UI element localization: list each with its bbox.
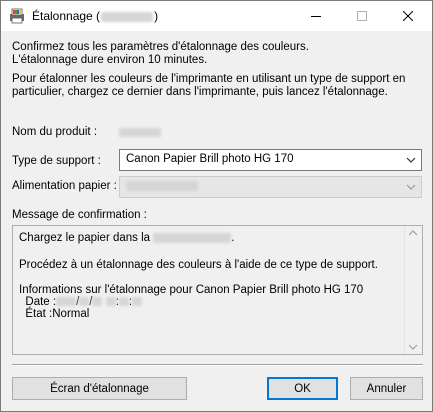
message-line-1-suffix: . xyxy=(231,232,235,244)
window-title-text: Étalonnage ( xyxy=(32,9,101,23)
message-line-1: Chargez le papier dans la . xyxy=(19,232,234,245)
maximize-button[interactable] xyxy=(339,1,385,31)
maximize-icon xyxy=(357,11,367,21)
redacted-paper-source xyxy=(126,180,198,191)
intro-line-1: Confirmez tous les paramètres d'étalonna… xyxy=(12,41,309,53)
cancel-button[interactable]: Annuler xyxy=(350,377,423,400)
media-type-value: Canon Papier Brill photo HG 170 xyxy=(126,153,294,165)
paper-feed-label: Alimentation papier : xyxy=(12,180,117,192)
redacted-product-value xyxy=(119,128,161,137)
redacted-product-name xyxy=(101,11,154,22)
close-icon xyxy=(403,11,413,21)
message-state-line: État :Normal xyxy=(19,308,89,321)
chevron-down-icon xyxy=(406,157,416,163)
media-type-label: Type de support : xyxy=(12,155,101,167)
redacted-day xyxy=(92,297,103,307)
window-title: Étalonnage () xyxy=(32,9,158,23)
divider xyxy=(12,364,423,366)
title-bar[interactable]: Étalonnage () xyxy=(1,1,432,31)
redacted-paper-source xyxy=(153,232,232,243)
calibration-screen-button[interactable]: Écran d'étalonnage xyxy=(12,377,187,400)
calibration-dialog: Étalonnage () Confirmez tous les paramèt… xyxy=(0,0,433,412)
confirmation-message-label: Message de confirmation : xyxy=(12,209,147,221)
vertical-scrollbar[interactable] xyxy=(404,226,422,354)
ok-button[interactable]: OK xyxy=(267,377,338,400)
redacted-minute xyxy=(118,297,129,307)
redacted-month xyxy=(79,297,90,307)
intro-line-4: particulier, chargez ce dernier dans l'i… xyxy=(12,86,388,98)
paper-feed-select[interactable] xyxy=(119,176,422,198)
minimize-button[interactable] xyxy=(293,1,339,31)
scroll-down-arrow-icon[interactable] xyxy=(409,344,417,350)
paper-feed-value xyxy=(126,180,198,192)
product-name-label: Nom du produit : xyxy=(12,126,98,138)
printer-app-icon xyxy=(10,8,24,24)
redacted-hour xyxy=(105,297,116,307)
intro-line-3: Pour étalonner les couleurs de l'imprima… xyxy=(12,73,406,85)
intro-line-2: L'étalonnage dure environ 10 minutes. xyxy=(12,54,208,66)
window-title-suffix: ) xyxy=(154,9,159,23)
media-type-select[interactable]: Canon Papier Brill photo HG 170 xyxy=(119,149,422,171)
confirmation-message-box[interactable]: Chargez le papier dans la . Procédez à u… xyxy=(12,225,423,355)
redacted-year xyxy=(56,297,77,307)
state-value: Normal xyxy=(52,308,90,320)
state-label: État : xyxy=(25,308,53,320)
dialog-body: Confirmez tous les paramètres d'étalonna… xyxy=(1,31,432,411)
close-button[interactable] xyxy=(385,1,431,31)
scroll-up-arrow-icon[interactable] xyxy=(409,230,417,236)
chevron-down-icon xyxy=(406,184,416,190)
message-line-2: Procédez à un étalonnage des couleurs à … xyxy=(19,259,378,271)
message-line-1-prefix: Chargez le papier dans la xyxy=(19,232,151,244)
minimize-icon xyxy=(311,16,321,17)
redacted-second xyxy=(132,297,143,307)
date-label: Date : xyxy=(25,296,57,308)
